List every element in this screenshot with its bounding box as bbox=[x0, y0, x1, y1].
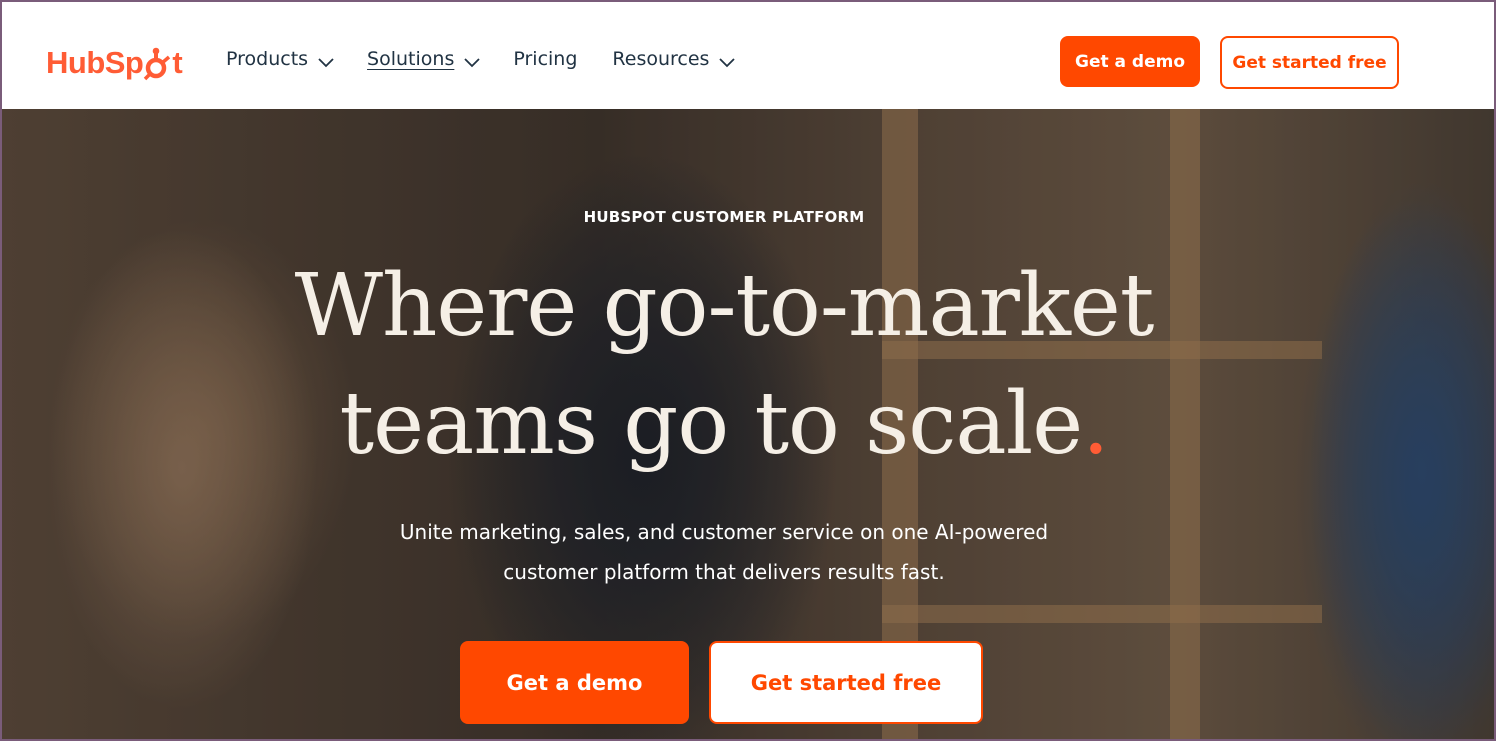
hero-headline-line2-text: teams go to scale bbox=[339, 374, 1084, 474]
logo-wordmark-end: t bbox=[172, 45, 183, 80]
hero-subtext: Unite marketing, sales, and customer ser… bbox=[374, 512, 1074, 592]
hero-eyebrow: HUBSPOT CUSTOMER PLATFORM bbox=[583, 208, 865, 226]
hero-subtext-line2: customer platform that delivers results … bbox=[503, 560, 945, 584]
nav-products-label: Products bbox=[226, 48, 309, 70]
nav-resources[interactable]: Resources bbox=[612, 48, 736, 70]
chevron-down-icon bbox=[464, 52, 480, 68]
nav-solutions-label: Solutions bbox=[367, 48, 455, 70]
browser-viewport: HubSp t Products Solutions Pricing Resou… bbox=[0, 0, 1496, 741]
hero-get-demo-button[interactable]: Get a demo bbox=[460, 641, 689, 724]
hubspot-logo[interactable]: HubSp t bbox=[46, 42, 183, 84]
hero-headline-dot: . bbox=[1082, 374, 1109, 474]
nav-products[interactable]: Products bbox=[226, 48, 334, 70]
nav-pricing-label: Pricing bbox=[513, 48, 578, 70]
nav-solutions[interactable]: Solutions bbox=[367, 48, 480, 70]
hero-section: HUBSPOT CUSTOMER PLATFORM Where go-to-ma… bbox=[2, 109, 1494, 739]
main-nav: Products Solutions Pricing Resources bbox=[226, 48, 768, 70]
chevron-down-icon bbox=[719, 52, 736, 68]
get-demo-button[interactable]: Get a demo bbox=[1060, 36, 1200, 87]
site-header: HubSp t Products Solutions Pricing Resou… bbox=[2, 2, 1494, 109]
nav-pricing[interactable]: Pricing bbox=[513, 48, 577, 70]
hero-headline: Where go-to-market teams go to scale. bbox=[2, 247, 1446, 483]
hero-headline-line2: teams go to scale. bbox=[2, 365, 1446, 483]
chevron-down-icon bbox=[318, 52, 334, 68]
hero-subtext-line1: Unite marketing, sales, and customer ser… bbox=[399, 520, 1049, 544]
hero-headline-line1: Where go-to-market bbox=[294, 256, 1155, 356]
nav-resources-label: Resources bbox=[612, 48, 710, 70]
sprocket-icon bbox=[142, 47, 172, 81]
logo-wordmark: HubSp bbox=[46, 45, 144, 80]
hero-get-started-free-button[interactable]: Get started free bbox=[709, 641, 983, 724]
get-started-free-button[interactable]: Get started free bbox=[1220, 36, 1399, 89]
